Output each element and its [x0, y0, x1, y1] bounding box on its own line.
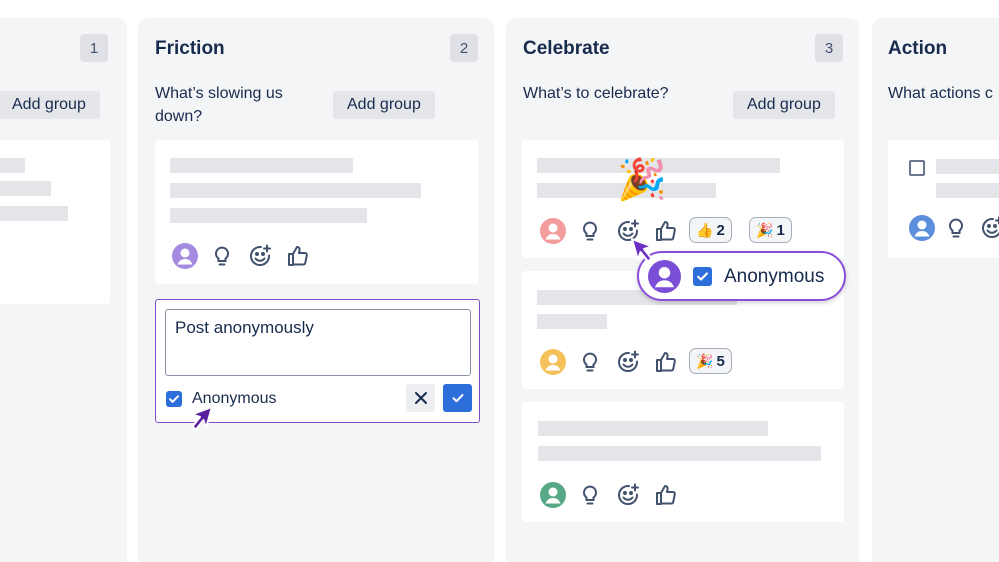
- placeholder-line: [538, 446, 821, 461]
- avatar: [909, 215, 935, 241]
- lightbulb-icon[interactable]: [943, 215, 969, 241]
- thumbs-up-icon[interactable]: [653, 349, 679, 375]
- column-celebrate-add-group-button[interactable]: Add group: [733, 91, 835, 119]
- column-1-add-group-button[interactable]: Add group: [0, 91, 100, 119]
- placeholder-line: [0, 206, 68, 221]
- description-line: down?: [155, 108, 203, 125]
- retro-board: 1 Add group Friction 2 What’s slowing us…: [0, 0, 999, 562]
- reaction-count: 5: [716, 352, 725, 370]
- anonymous-popover: Anonymous: [637, 251, 846, 301]
- reaction-thumbs-up[interactable]: 👍 2: [689, 217, 732, 243]
- avatar: [540, 349, 566, 375]
- party-popper-icon: 🎉: [617, 158, 667, 202]
- lightbulb-icon[interactable]: [577, 218, 603, 244]
- popover-anonymous-label: Anonymous: [724, 266, 825, 287]
- placeholder-line: [538, 421, 768, 436]
- avatar: [172, 243, 198, 269]
- close-icon: [414, 392, 427, 404]
- placeholder-line: [936, 183, 999, 198]
- lightbulb-icon[interactable]: [577, 482, 603, 508]
- celebrate-card-1[interactable]: 👍 2 🎉 1: [522, 140, 844, 258]
- placeholder-line: [537, 314, 607, 329]
- reaction-emoji: 👍: [696, 221, 714, 238]
- lightbulb-icon[interactable]: [209, 243, 235, 269]
- column-action-description: What actions c: [888, 85, 993, 102]
- thumbs-up-icon[interactable]: [653, 482, 679, 508]
- placeholder-line: [170, 208, 367, 223]
- mouse-cursor-icon: [188, 404, 218, 439]
- add-reaction-icon[interactable]: [247, 243, 273, 269]
- reaction-count: 2: [716, 221, 725, 239]
- avatar: [540, 482, 566, 508]
- reaction-party[interactable]: 🎉 5: [689, 348, 732, 374]
- action-card[interactable]: [888, 140, 999, 258]
- reaction-count: 1: [776, 221, 785, 239]
- add-reaction-icon[interactable]: [615, 482, 641, 508]
- popover-anonymous-checkbox[interactable]: [693, 267, 712, 286]
- placeholder-line: [170, 158, 353, 173]
- save-button[interactable]: [443, 384, 472, 412]
- column-celebrate-count: 3: [815, 34, 843, 62]
- friction-card[interactable]: [155, 140, 478, 284]
- thumbs-up-icon[interactable]: [285, 243, 311, 269]
- column-friction-title: Friction: [155, 38, 225, 59]
- check-icon: [452, 394, 463, 403]
- placeholder-line: [0, 181, 51, 196]
- lightbulb-icon[interactable]: [577, 349, 603, 375]
- reaction-party[interactable]: 🎉 1: [749, 217, 792, 243]
- card-text-input[interactable]: Post anonymously: [165, 309, 471, 376]
- add-reaction-icon[interactable]: [615, 349, 641, 375]
- celebrate-card-3[interactable]: [522, 402, 844, 522]
- action-checkbox[interactable]: [909, 160, 925, 176]
- column-celebrate-title: Celebrate: [523, 38, 610, 59]
- anonymous-checkbox[interactable]: [166, 391, 182, 407]
- column-friction-description: What’s slowing us down?: [155, 82, 283, 128]
- placeholder-line: [0, 158, 25, 173]
- description-line: What’s slowing us: [155, 85, 283, 102]
- placeholder-line: [170, 183, 421, 198]
- column-1-card[interactable]: [0, 140, 110, 304]
- column-action-title: Action: [888, 38, 948, 59]
- column-friction-add-group-button[interactable]: Add group: [333, 91, 435, 119]
- column-1-count: 1: [80, 34, 108, 62]
- column-celebrate-description: What’s to celebrate?: [523, 85, 669, 102]
- reaction-emoji: 🎉: [756, 221, 774, 238]
- avatar: [540, 218, 566, 244]
- thumbs-up-icon[interactable]: [653, 218, 679, 244]
- reaction-emoji: 🎉: [696, 352, 714, 369]
- column-friction-count: 2: [450, 34, 478, 62]
- add-reaction-icon[interactable]: [979, 215, 999, 241]
- placeholder-line: [936, 159, 999, 174]
- cancel-button[interactable]: [406, 384, 435, 412]
- mouse-cursor-icon: [626, 236, 656, 271]
